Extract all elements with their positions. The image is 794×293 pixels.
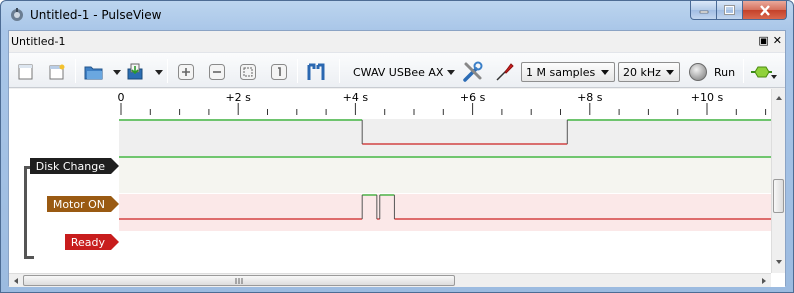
trace-view[interactable]: 0 +2 s +4 s +6 s +8 s +10 s Disk Change Motor … [9,89,785,287]
decoder-icon [751,66,772,78]
run-button-label[interactable]: Run [714,66,735,79]
window-title: Untitled-1 - PulseView [30,8,162,22]
application-window: Untitled-1 - PulseView Untitled-1 ▣ ✕ CW… [0,0,794,293]
zoom-out-button[interactable] [206,61,228,83]
scroll-up-icon[interactable] [772,91,786,105]
device-selector-label[interactable]: CWAV USBee AX [353,66,443,79]
new-session-button[interactable] [15,61,37,83]
main-area: Untitled-1 ▣ ✕ CWAV USBee AX 1 M samples… [8,30,786,287]
new-view-button[interactable] [46,61,68,83]
vertical-scroll-thumb[interactable] [773,179,784,213]
scroll-left-icon[interactable] [9,274,23,288]
sample-count-value: 1 M samples [526,66,596,79]
trace-row-background [119,194,771,231]
scroll-right-icon[interactable] [757,274,771,288]
new-view-icon [49,64,65,80]
cursor-button[interactable] [306,61,328,83]
grip-icon [235,278,243,284]
title-bar[interactable]: Untitled-1 - PulseView [1,1,793,29]
device-config-icon [463,61,483,82]
signal-label-disk-change[interactable]: Disk Change [29,158,120,174]
open-icon [84,66,103,80]
signal-traces[interactable] [119,119,771,269]
trace-row-background [119,119,771,156]
probe-config-icon [496,63,514,81]
pulseview-app-icon [11,8,23,21]
zoom-fit-button[interactable] [237,61,259,83]
samplerate-value: 20 kHz [623,66,661,79]
main-toolbar: CWAV USBee AX 1 M samples 20 kHz Run [9,52,785,88]
horizontal-scrollbar[interactable] [9,273,771,287]
scroll-down-icon[interactable] [772,255,786,269]
run-icon[interactable] [689,63,707,81]
signal-label-ready[interactable]: Ready [64,234,120,250]
ruler-tick-label: +8 s [577,91,603,104]
device-dropdown-arrow[interactable] [447,70,455,75]
new-session-icon [18,64,33,80]
ruler-tick-label: +10 s [691,91,724,104]
maximize-button[interactable] [717,1,743,20]
ruler-tick-label: +4 s [343,91,369,104]
close-button[interactable] [743,1,787,20]
ruler-tick-label: +2 s [225,91,251,104]
time-ruler[interactable]: 0 +2 s +4 s +6 s +8 s +10 s [9,89,771,119]
probe-config-button[interactable] [493,61,515,83]
zoom-out-icon [209,64,225,80]
group-bracket [24,166,34,259]
dock-close-icon[interactable]: ✕ [773,34,782,47]
zoom-one-to-one-button[interactable] [268,61,290,83]
close-icon [759,4,770,16]
zoom-one-to-one-icon [271,64,287,80]
zoom-fit-icon [240,64,256,80]
vertical-scrollbar[interactable] [771,89,785,273]
trace-plot [119,119,771,231]
horizontal-scroll-thumb[interactable] [23,275,455,286]
maximize-icon [724,5,735,15]
minimize-button[interactable] [690,1,717,20]
device-config-button[interactable] [462,61,484,83]
samplerate-select[interactable]: 20 kHz [618,62,680,82]
signal-header-panel: Disk Change Motor ON Ready [9,119,120,269]
cursor-icon [307,63,325,80]
trace-row-background [119,156,771,193]
zoom-in-icon [178,64,194,80]
session-tab-label: Untitled-1 [11,35,66,48]
minimize-icon [699,10,708,14]
dock-float-icon[interactable]: ▣ [758,34,768,47]
ruler-tick-label: +6 s [460,91,486,104]
zoom-in-button[interactable] [175,61,197,83]
save-button[interactable] [125,61,147,83]
ruler-ticks: 0 +2 s +4 s +6 s +8 s +10 s [118,91,767,115]
open-button[interactable] [83,61,105,83]
ruler-tick-label: 0 [118,91,125,104]
signal-label-motor-on[interactable]: Motor ON [46,196,120,212]
save-icon [127,63,143,80]
decoder-button[interactable] [750,61,772,83]
session-dock-title: Untitled-1 ▣ ✕ [9,31,785,51]
sample-count-select[interactable]: 1 M samples [521,62,615,82]
